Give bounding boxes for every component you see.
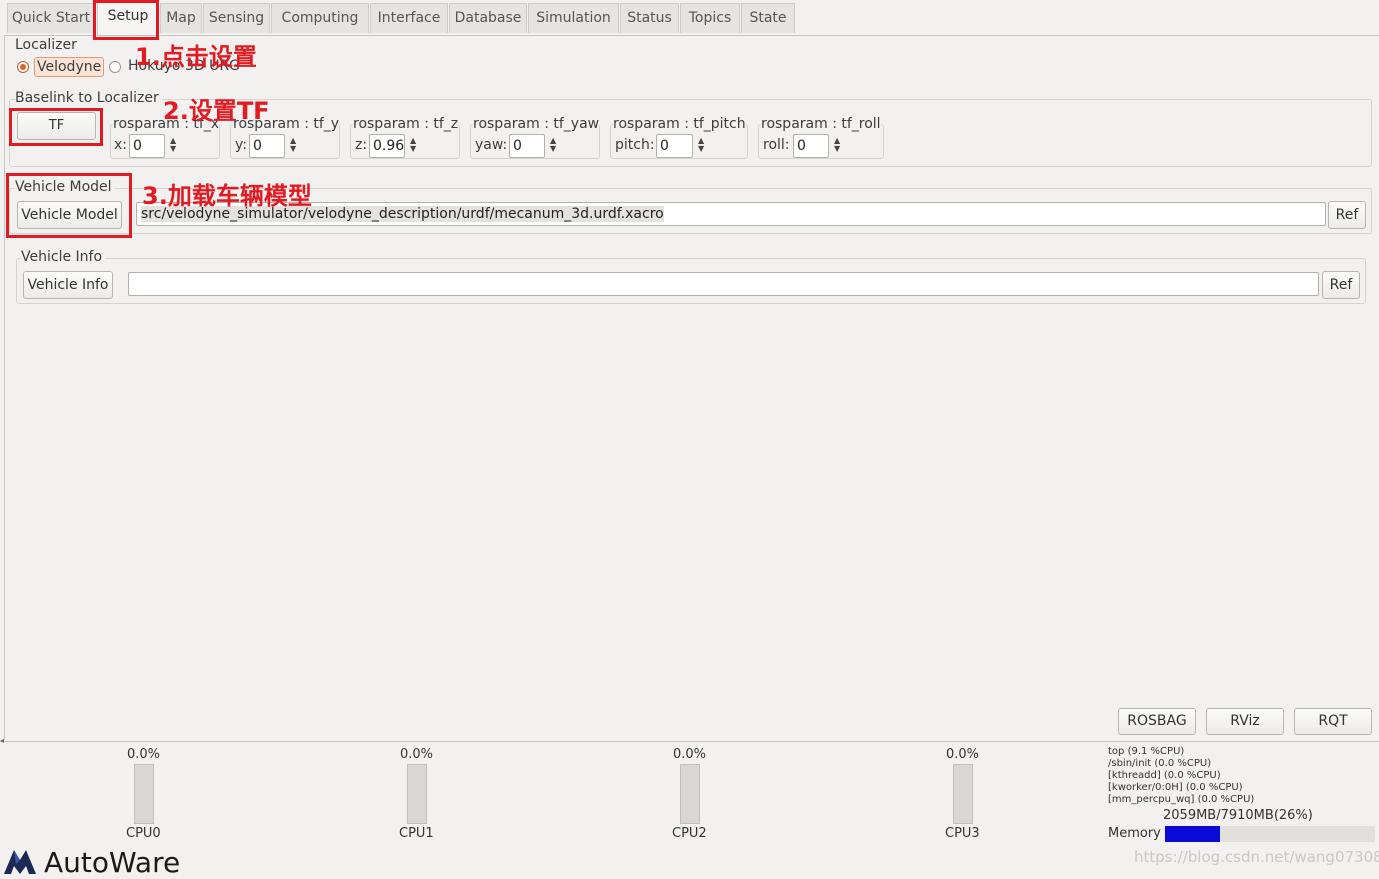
- cpu0-percent: 0.0%: [127, 747, 161, 762]
- annotation-step1: 1.点击设置: [135, 43, 257, 71]
- tf-z-stepper[interactable]: ▲ ▼: [410, 137, 416, 153]
- tf-yaw-input[interactable]: 0: [509, 134, 545, 158]
- cpu3-bar: [953, 764, 973, 824]
- tf-roll-label: roll:: [763, 137, 790, 153]
- vehicle-info-ref-button[interactable]: Ref: [1322, 271, 1360, 299]
- tab-status[interactable]: Status: [620, 3, 679, 33]
- tab-database[interactable]: Database: [449, 3, 527, 33]
- radio-hokuyo[interactable]: [109, 61, 121, 73]
- tab-interface[interactable]: Interface: [370, 3, 448, 33]
- radio-velodyne[interactable]: [17, 61, 29, 73]
- radio-velodyne-label[interactable]: Velodyne: [34, 57, 105, 77]
- tf-pitch-input[interactable]: 0: [656, 134, 693, 158]
- tf-z-title: rosparam : tf_z: [353, 116, 459, 132]
- annotation-step3: 3.加载车辆模型: [142, 182, 312, 210]
- tf-y-input[interactable]: 0: [249, 134, 285, 158]
- rviz-button[interactable]: RViz: [1206, 708, 1284, 735]
- tab-simulation[interactable]: Simulation: [528, 3, 619, 33]
- memory-bar-fill: [1165, 826, 1220, 842]
- localizer-title: Localizer: [15, 37, 77, 53]
- tf-yaw-label: yaw:: [475, 137, 508, 153]
- cpu2-label: CPU2: [672, 826, 707, 841]
- cpu3-percent: 0.0%: [946, 747, 980, 762]
- tab-sensing[interactable]: Sensing: [203, 3, 270, 33]
- annotation-step2: 2.设置TF: [163, 97, 270, 125]
- tab-state[interactable]: State: [741, 3, 795, 33]
- memory-label: Memory: [1108, 826, 1161, 841]
- tf-x-stepper[interactable]: ▲ ▼: [170, 137, 176, 153]
- tab-map[interactable]: Map: [160, 3, 202, 33]
- tf-x-input[interactable]: 0: [129, 134, 165, 158]
- cpu3-label: CPU3: [945, 826, 980, 841]
- annotation-box-setup: [93, 0, 159, 40]
- tab-topics[interactable]: Topics: [680, 3, 740, 33]
- cpu2-bar: [680, 764, 700, 824]
- splitter-handle-icon[interactable]: ◂: [0, 736, 4, 745]
- top-process-4: [mm_percpu_wq] (0.0 %CPU): [1108, 794, 1255, 805]
- tf-roll-input[interactable]: 0: [793, 134, 829, 158]
- tf-pitch-label: pitch:: [615, 137, 655, 153]
- vehicle-model-ref-button[interactable]: Ref: [1328, 201, 1366, 229]
- baselink-title: Baselink to Localizer: [15, 90, 162, 106]
- autoware-logo-icon: AutoWare: [4, 846, 180, 879]
- cpu0-label: CPU0: [126, 826, 161, 841]
- cpu1-percent: 0.0%: [400, 747, 434, 762]
- autoware-logo-text: AutoWare: [44, 846, 180, 875]
- cpu1-label: CPU1: [399, 826, 434, 841]
- cpu0-bar: [134, 764, 154, 824]
- annotation-box-vehicle-model: [6, 173, 132, 238]
- vehicle-info-button[interactable]: Vehicle Info: [23, 271, 113, 299]
- tf-yaw-stepper[interactable]: ▲ ▼: [550, 137, 556, 153]
- tf-roll-title: rosparam : tf_roll: [761, 116, 881, 132]
- tab-computing[interactable]: Computing: [271, 3, 369, 33]
- memory-usage-text: 2059MB/7910MB(26%): [1163, 808, 1313, 823]
- tab-bar: Quick Start Setup Map Sensing Computing …: [4, 0, 1379, 36]
- tf-roll-stepper[interactable]: ▲ ▼: [834, 137, 840, 153]
- tf-y-stepper[interactable]: ▲ ▼: [290, 137, 296, 153]
- tf-y-label: y:: [235, 137, 247, 153]
- cpu1-bar: [407, 764, 427, 824]
- tf-yaw-title: rosparam : tf_yaw: [473, 116, 600, 132]
- vehicle-model-path-input[interactable]: src/velodyne_simulator/velodyne_descript…: [136, 202, 1326, 226]
- rosbag-button[interactable]: ROSBAG: [1118, 708, 1196, 735]
- top-process-2: [kthreadd] (0.0 %CPU): [1108, 770, 1221, 781]
- annotation-box-tf: [9, 108, 103, 146]
- watermark: https://blog.csdn.net/wang073081: [1134, 848, 1379, 866]
- tf-x-label: x:: [114, 137, 128, 153]
- vehicle-info-path-input[interactable]: [128, 272, 1319, 296]
- cpu2-percent: 0.0%: [673, 747, 707, 762]
- top-process-0: top (9.1 %CPU): [1108, 746, 1185, 757]
- rqt-button[interactable]: RQT: [1294, 708, 1372, 735]
- tf-z-label: z:: [355, 137, 368, 153]
- tf-pitch-stepper[interactable]: ▲ ▼: [698, 137, 704, 153]
- memory-bar: [1165, 826, 1375, 842]
- tf-z-input[interactable]: 0.96: [369, 134, 405, 158]
- tf-pitch-title: rosparam : tf_pitch: [613, 116, 746, 132]
- vehicle-info-title: Vehicle Info: [21, 249, 106, 265]
- tab-quick-start[interactable]: Quick Start: [7, 3, 95, 33]
- top-process-1: /sbin/init (0.0 %CPU): [1108, 758, 1212, 769]
- autoware-logo: AutoWare: [4, 846, 194, 879]
- top-process-3: [kworker/0:0H] (0.0 %CPU): [1108, 782, 1243, 793]
